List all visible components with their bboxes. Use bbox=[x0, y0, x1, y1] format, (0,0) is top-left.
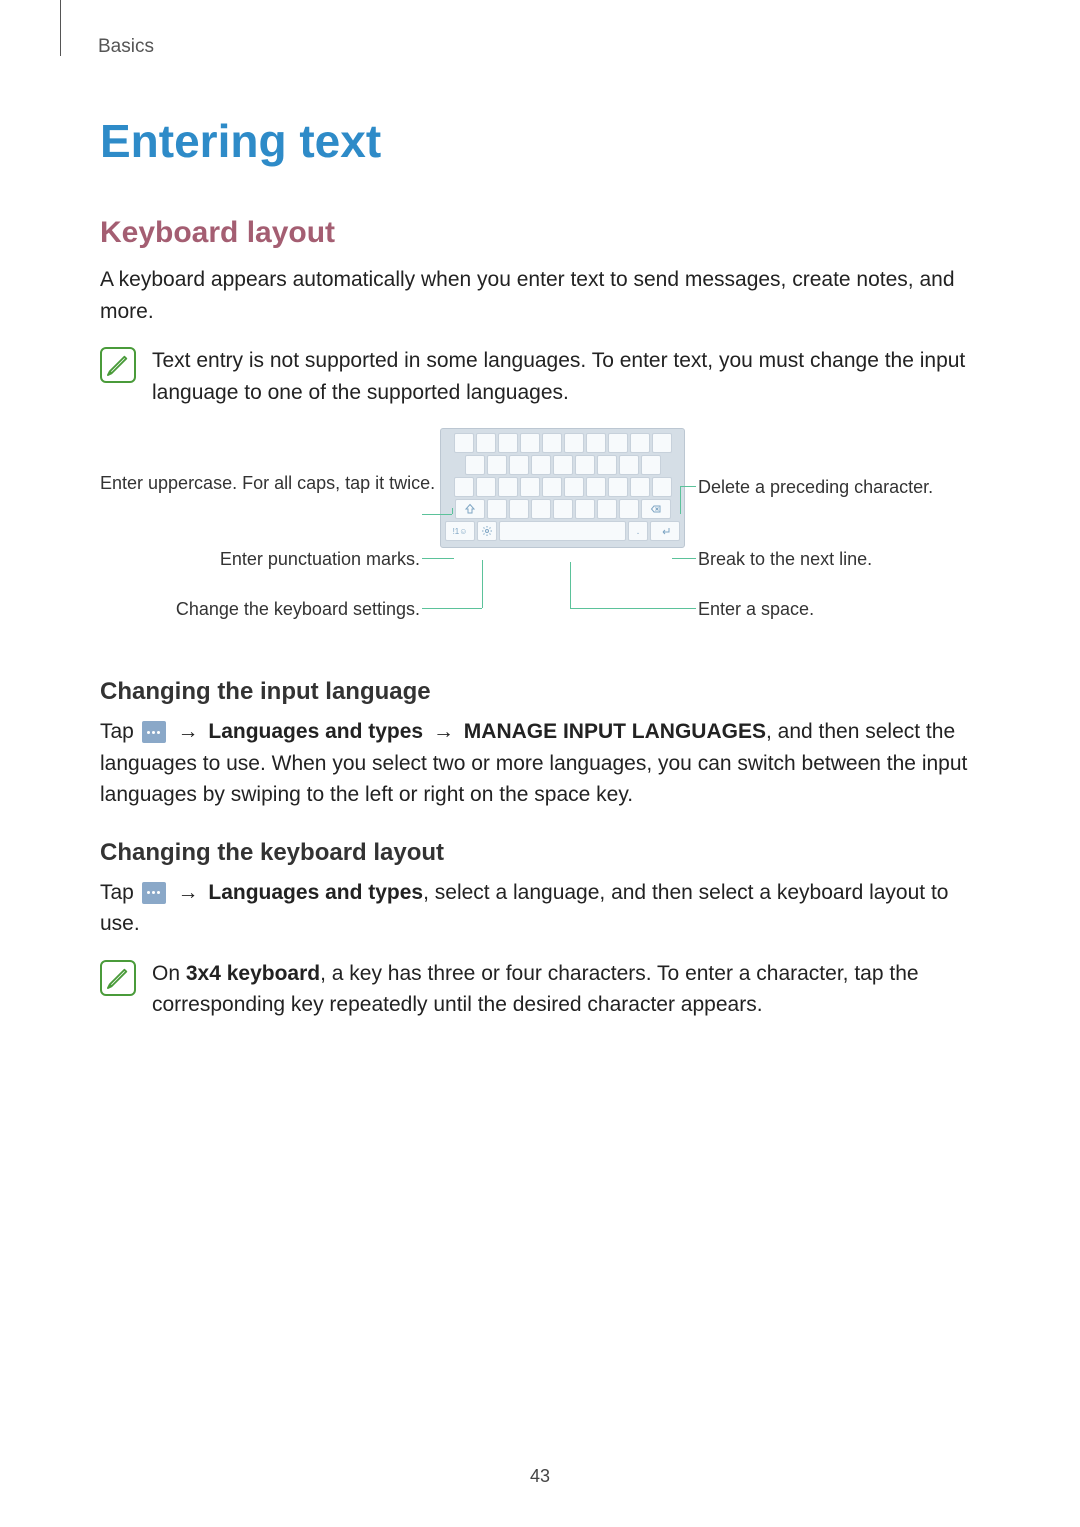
page-number: 43 bbox=[0, 1466, 1080, 1487]
language-support-note: Text entry is not supported in some lang… bbox=[100, 345, 990, 408]
3x4-keyboard-note: On 3x4 keyboard, a key has three or four… bbox=[100, 958, 990, 1021]
callout-settings: Change the keyboard settings. bbox=[100, 598, 420, 621]
arrow-icon: → bbox=[178, 720, 199, 743]
note-text: On 3x4 keyboard, a key has three or four… bbox=[152, 958, 990, 1021]
page-content: Basics Entering text Keyboard layout A k… bbox=[0, 0, 1080, 1021]
arrow-icon: → bbox=[178, 881, 199, 904]
callout-delete: Delete a preceding character. bbox=[698, 476, 933, 499]
more-options-icon bbox=[142, 882, 166, 904]
subsection-keyboard-layout: Keyboard layout bbox=[100, 216, 990, 250]
keyboard-diagram: !1☺ . Enter uppercase. For all caps, tap… bbox=[100, 428, 1000, 648]
heading-change-keyboard-layout: Changing the keyboard layout bbox=[100, 839, 990, 867]
settings-key-icon bbox=[477, 521, 497, 541]
callout-uppercase: Enter uppercase. For all caps, tap it tw… bbox=[100, 472, 420, 495]
menu-manage-input-languages: MANAGE INPUT LANGUAGES bbox=[464, 720, 766, 743]
note-icon bbox=[100, 960, 136, 996]
intro-paragraph: A keyboard appears automatically when yo… bbox=[100, 264, 990, 327]
callout-nextline: Break to the next line. bbox=[698, 548, 872, 571]
page-title: Entering text bbox=[100, 114, 990, 168]
text-tap: Tap bbox=[100, 720, 140, 743]
note-icon bbox=[100, 347, 136, 383]
menu-languages-and-types: Languages and types bbox=[208, 720, 429, 743]
heading-change-input-language: Changing the input language bbox=[100, 678, 990, 706]
more-options-icon bbox=[142, 721, 166, 743]
space-key bbox=[499, 521, 626, 541]
text-tap: Tap bbox=[100, 881, 140, 904]
menu-languages-and-types: Languages and types bbox=[208, 881, 423, 904]
change-input-language-paragraph: Tap → Languages and types → MANAGE INPUT… bbox=[100, 716, 990, 811]
callout-space: Enter a space. bbox=[698, 598, 814, 621]
keyboard-illustration: !1☺ . bbox=[440, 428, 685, 548]
arrow-icon: → bbox=[433, 720, 454, 743]
running-header: Basics bbox=[98, 36, 990, 58]
crop-mark bbox=[60, 0, 61, 56]
bold-3x4-keyboard: 3x4 keyboard bbox=[186, 962, 320, 985]
callout-punctuation: Enter punctuation marks. bbox=[100, 548, 420, 571]
enter-key-icon bbox=[650, 521, 680, 541]
note-text: Text entry is not supported in some lang… bbox=[152, 345, 990, 408]
change-keyboard-layout-paragraph: Tap → Languages and types, select a lang… bbox=[100, 877, 990, 940]
symbol-key-icon: !1☺ bbox=[445, 521, 475, 541]
shift-key-icon bbox=[455, 499, 485, 519]
backspace-key-icon bbox=[641, 499, 671, 519]
